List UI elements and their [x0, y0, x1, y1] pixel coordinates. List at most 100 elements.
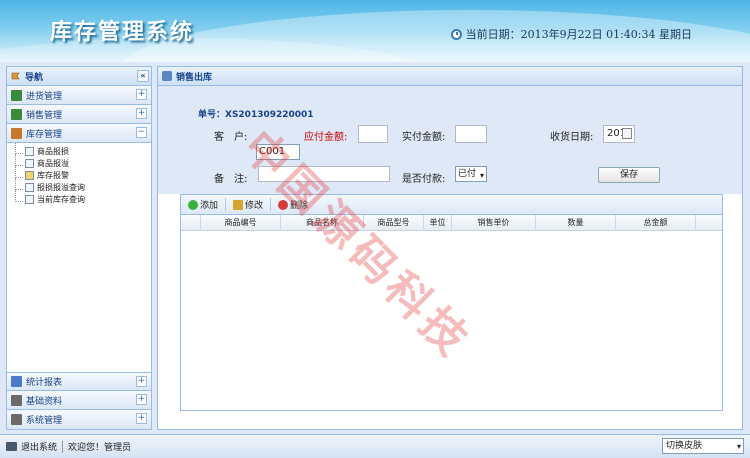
column-header[interactable]: 总金额 — [616, 215, 696, 230]
document-icon — [25, 194, 34, 204]
sidebar-item-label: 销售管理 — [26, 110, 63, 121]
column-header[interactable]: 销售单价 — [452, 215, 536, 230]
logout-icon — [6, 442, 17, 451]
edit-button[interactable]: 修改 — [230, 198, 266, 211]
welcome-text: 欢迎您！管理员 — [68, 443, 132, 453]
current-date-text: 当前日期：2013年9月22日 01:40:34 星期日 — [465, 28, 692, 41]
sidebar-item-purchase[interactable]: 进货管理 + — [7, 86, 151, 105]
sidebar-item-label: 基础资料 — [26, 396, 63, 407]
delete-label: 删除 — [290, 201, 309, 211]
product-grid: 添加 修改 删除 商品编号 商品名称 商品型号 单位 销售单价 数量 总金额 — [180, 194, 723, 411]
collapse-icon[interactable]: − — [136, 127, 147, 138]
customer-label: 客 户: — [214, 132, 248, 143]
column-header[interactable]: 数量 — [536, 215, 616, 230]
footer-divider — [62, 440, 64, 453]
chevron-down-icon: ▾ — [479, 171, 484, 180]
calendar-icon[interactable] — [622, 128, 632, 139]
delete-icon — [278, 199, 289, 210]
sidebar-header: 导航 « — [7, 67, 151, 86]
is-paid-label: 是否付款: — [402, 174, 446, 185]
tree-item-label: 报损报溢查询 — [37, 182, 85, 192]
toolbar-divider — [225, 198, 227, 211]
is-paid-value: 已付 — [458, 169, 477, 179]
column-header[interactable]: 商品名称 — [281, 215, 364, 230]
sidebar-item-sales[interactable]: 销售管理 + — [7, 105, 151, 124]
inventory-tree: 商品报损 商品报溢 库存报警 报损报溢查询 当前库存查询 — [7, 142, 151, 381]
order-number: 单号：XS201309220001 — [198, 110, 314, 120]
panel-title: 销售出库 — [176, 72, 213, 83]
chart-icon — [11, 376, 22, 387]
tree-item-label: 库存报警 — [37, 170, 69, 180]
add-button[interactable]: 添加 — [185, 198, 221, 211]
tree-item-label: 当前库存查询 — [37, 194, 85, 204]
sidebar-item-label: 库存管理 — [26, 129, 63, 140]
remark-input[interactable] — [258, 166, 390, 182]
expand-icon[interactable]: + — [136, 376, 147, 387]
delete-button[interactable]: 删除 — [275, 198, 311, 211]
toolbar-divider — [270, 198, 272, 211]
sidebar-item-label: 统计报表 — [26, 378, 63, 388]
clock-icon — [450, 28, 462, 40]
customer-code-input[interactable]: C001 — [256, 144, 300, 160]
sales-outbound-panel: 销售出库 单号：XS201309220001 客 户: 应付金额: 实付金额: … — [157, 66, 743, 430]
add-label: 添加 — [200, 201, 219, 211]
sidebar-item-system[interactable]: 系统管理 + — [7, 410, 151, 429]
sidebar-item-inventory[interactable]: 库存管理 − — [7, 124, 151, 143]
tree-item-stock-query[interactable]: 当前库存查询 — [15, 190, 151, 205]
edit-label: 修改 — [245, 201, 264, 211]
payable-label: 应付金额: — [304, 132, 348, 143]
settings-icon — [11, 414, 22, 425]
navigation-sidebar: 导航 « 进货管理 + 销售管理 + 库存管理 − 商品报损 商品报溢 库存报警 — [6, 66, 152, 430]
expand-icon[interactable]: + — [136, 413, 147, 424]
sidebar-title: 导航 — [25, 72, 44, 83]
edit-icon — [233, 199, 244, 210]
tree-item-stock-alarm[interactable]: 库存报警 — [15, 166, 151, 181]
receive-date-input[interactable]: 201 — [603, 125, 635, 143]
document-icon — [25, 158, 34, 168]
paid-input[interactable] — [455, 125, 487, 143]
paid-label: 实付金额: — [402, 132, 446, 143]
logout-link[interactable]: 退出系统 — [21, 440, 57, 453]
sidebar-collapse-button[interactable]: « — [137, 70, 149, 82]
row-number-header — [181, 215, 201, 230]
sidebar-item-reports[interactable]: 统计报表 + — [7, 372, 151, 391]
status-bar: 退出系统 欢迎您！管理员 切换皮肤 ▾ — [0, 434, 750, 458]
save-button[interactable]: 保存 — [598, 167, 660, 183]
sidebar-item-basic-data[interactable]: 基础资料 + — [7, 391, 151, 410]
tree-item-overflow-report[interactable]: 商品报溢 — [15, 154, 151, 169]
sales-icon — [11, 108, 22, 120]
skin-select-value: 切换皮肤 — [666, 441, 703, 451]
remark-label: 备 注: — [214, 174, 248, 185]
app-header: 库存管理系统 当前日期：2013年9月22日 01:40:34 星期日 — [0, 0, 750, 62]
tree-item-label: 商品报损 — [37, 146, 69, 156]
column-header[interactable]: 商品编号 — [201, 215, 281, 230]
sidebar-item-label: 进货管理 — [26, 91, 63, 102]
add-icon — [188, 199, 198, 210]
expand-icon[interactable]: + — [136, 108, 147, 119]
order-form: 单号：XS201309220001 客 户: 应付金额: 实付金额: 收货日期:… — [158, 86, 742, 194]
alarm-icon — [25, 170, 34, 180]
payable-input[interactable] — [358, 125, 388, 143]
document-icon — [25, 146, 34, 156]
search-icon — [25, 182, 34, 192]
sidebar-bottom: 统计报表 + 基础资料 + 系统管理 + — [7, 372, 151, 429]
inventory-icon — [11, 127, 22, 139]
tree-item-damage-report[interactable]: 商品报损 — [15, 142, 151, 157]
column-header[interactable]: 单位 — [424, 215, 452, 230]
database-icon — [11, 394, 22, 406]
tree-item-label: 商品报溢 — [37, 158, 69, 168]
nav-icon — [11, 72, 20, 80]
sidebar-item-label: 系统管理 — [26, 416, 63, 426]
current-date: 当前日期：2013年9月22日 01:40:34 星期日 — [450, 26, 692, 42]
expand-icon[interactable]: + — [136, 394, 147, 405]
tree-item-report-query[interactable]: 报损报溢查询 — [15, 178, 151, 193]
expand-icon[interactable]: + — [136, 89, 147, 100]
table-header: 商品编号 商品名称 商品型号 单位 销售单价 数量 总金额 — [181, 215, 722, 231]
chevron-down-icon: ▾ — [736, 442, 741, 451]
receive-date-label: 收货日期: — [550, 132, 594, 143]
panel-icon — [162, 71, 172, 81]
column-header[interactable]: 商品型号 — [364, 215, 424, 230]
is-paid-select[interactable]: 已付 ▾ — [455, 166, 487, 182]
skin-select[interactable]: 切换皮肤 ▾ — [662, 438, 744, 454]
purchase-icon — [11, 89, 22, 101]
